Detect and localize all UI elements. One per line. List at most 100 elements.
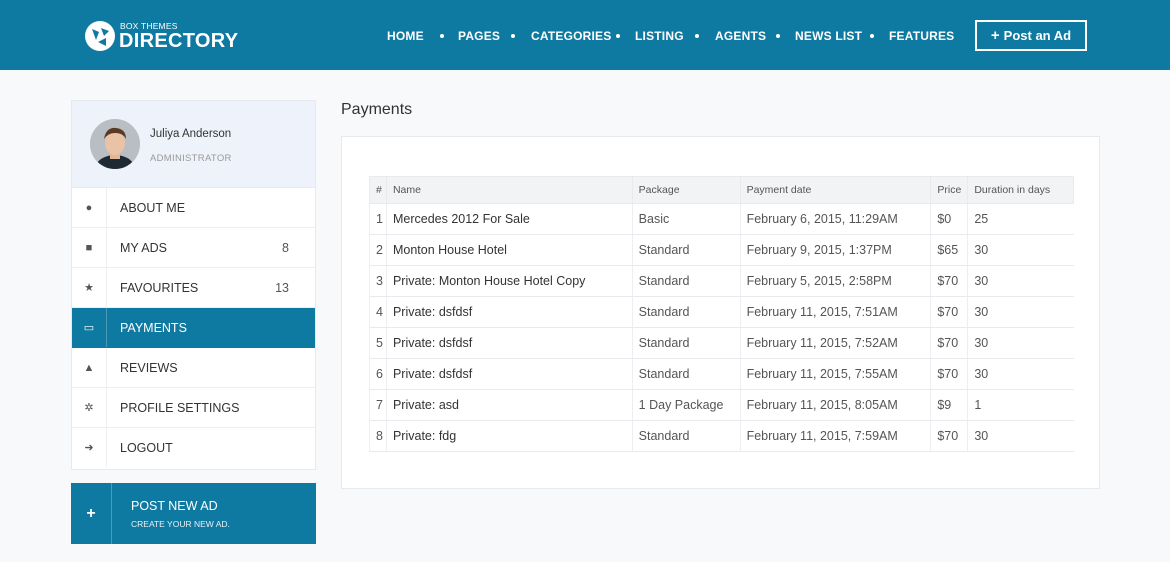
- sidebar-item-label: PROFILE SETTINGS: [120, 401, 240, 415]
- column-header-payment-date: Payment date: [739, 176, 932, 204]
- plus-icon: +: [990, 27, 1000, 44]
- table-row[interactable]: 3 Private: Monton House Hotel Copy Stand…: [369, 265, 1074, 297]
- cell-name: Private: asd: [385, 389, 633, 421]
- cell-name: Mercedes 2012 For Sale: [385, 203, 633, 235]
- cell-payment-date: February 9, 2015, 1:37PM: [739, 234, 931, 266]
- sidebar-item-about-me[interactable]: ● ABOUT ME: [72, 188, 315, 228]
- table-row[interactable]: 2 Monton House Hotel Standard February 9…: [369, 234, 1074, 266]
- cell-number: 7: [369, 389, 387, 421]
- sidebar-item-my-ads[interactable]: ■ MY ADS 8: [72, 228, 315, 268]
- post-new-ad-button[interactable]: + POST NEW AD CREATE YOUR NEW AD.: [71, 483, 316, 544]
- profile-card: Juliya Anderson ADMINISTRATOR: [72, 101, 315, 188]
- thumbs-up-icon: ▲: [72, 348, 107, 387]
- cell-number: 3: [369, 265, 387, 297]
- cell-payment-date: February 6, 2015, 11:29AM: [739, 203, 931, 235]
- column-header-duration: Duration in days: [967, 176, 1074, 204]
- cell-package: Standard: [631, 327, 741, 359]
- post-an-ad-button[interactable]: + Post an Ad: [975, 20, 1087, 51]
- cell-duration: 30: [967, 327, 1074, 359]
- nav-categories[interactable]: CATEGORIES: [531, 29, 611, 43]
- cell-duration: 25: [967, 203, 1074, 235]
- sidebar-item-label: PAYMENTS: [120, 321, 187, 335]
- sidebar-item-favourites[interactable]: ★ FAVOURITES 13: [72, 268, 315, 308]
- cell-price: $70: [930, 358, 968, 390]
- cell-package: Standard: [631, 296, 741, 328]
- cell-package: Standard: [631, 234, 741, 266]
- cell-number: 8: [369, 420, 387, 452]
- brand-name: DIRECTORY: [119, 30, 239, 52]
- nav-pages[interactable]: PAGES: [458, 29, 500, 43]
- cell-package: Standard: [631, 358, 741, 390]
- page-title: Payments: [341, 101, 413, 118]
- table-row[interactable]: 4 Private: dsfdsf Standard February 11, …: [369, 296, 1074, 328]
- cell-name: Private: fdg: [385, 420, 633, 452]
- cell-name: Private: Monton House Hotel Copy: [385, 265, 633, 297]
- table-row[interactable]: 8 Private: fdg Standard February 11, 201…: [369, 420, 1074, 452]
- payments-table: # Name Package Payment date Price Durati…: [369, 176, 1074, 452]
- sidebar-item-profile-settings[interactable]: ✲ PROFILE SETTINGS: [72, 388, 315, 428]
- nav-separator: [695, 34, 699, 38]
- nav-separator: [440, 34, 444, 38]
- nav-agents[interactable]: AGENTS: [715, 29, 766, 43]
- table-row[interactable]: 6 Private: dsfdsf Standard February 11, …: [369, 358, 1074, 390]
- payments-panel: # Name Package Payment date Price Durati…: [341, 136, 1100, 489]
- avatar[interactable]: [90, 119, 140, 169]
- nav-separator: [776, 34, 780, 38]
- cell-duration: 30: [967, 420, 1074, 452]
- nav-features[interactable]: FEATURES: [889, 29, 954, 43]
- cell-price: $70: [930, 265, 968, 297]
- post-new-ad-title: POST NEW AD: [131, 499, 218, 513]
- cell-price: $70: [930, 296, 968, 328]
- cell-number: 6: [369, 358, 387, 390]
- column-header-name: Name: [385, 176, 633, 204]
- gear-icon: ✲: [72, 388, 107, 427]
- account-sidebar: Juliya Anderson ADMINISTRATOR ● ABOUT ME…: [71, 100, 316, 470]
- star-icon: ★: [72, 268, 107, 307]
- cell-number: 2: [369, 234, 387, 266]
- cell-price: $0: [930, 203, 968, 235]
- sidebar-item-logout[interactable]: ➜ LOGOUT: [72, 428, 315, 468]
- cell-name: Monton House Hotel: [385, 234, 633, 266]
- brand-logo[interactable]: BOX THEMES DIRECTORY: [84, 18, 254, 54]
- cell-payment-date: February 11, 2015, 7:51AM: [739, 296, 931, 328]
- cell-package: Standard: [631, 420, 741, 452]
- cell-price: $65: [930, 234, 968, 266]
- profile-role: ADMINISTRATOR: [150, 153, 232, 164]
- sidebar-item-payments[interactable]: ▭ PAYMENTS: [72, 308, 315, 348]
- table-row[interactable]: 7 Private: asd 1 Day Package February 11…: [369, 389, 1074, 421]
- nav-separator: [511, 34, 515, 38]
- cell-number: 1: [369, 203, 387, 235]
- cell-number: 5: [369, 327, 387, 359]
- sidebar-item-reviews[interactable]: ▲ REVIEWS: [72, 348, 315, 388]
- sidebar-item-label: REVIEWS: [120, 361, 178, 375]
- nav-home[interactable]: HOME: [387, 29, 424, 43]
- cell-price: $70: [930, 420, 968, 452]
- sidebar-item-label: LOGOUT: [120, 441, 173, 455]
- table-row[interactable]: 5 Private: dsfdsf Standard February 11, …: [369, 327, 1074, 359]
- sign-out-icon: ➜: [72, 428, 107, 467]
- cell-duration: 1: [967, 389, 1074, 421]
- cell-duration: 30: [967, 358, 1074, 390]
- sidebar-item-label: ABOUT ME: [120, 201, 186, 215]
- top-header: BOX THEMES DIRECTORY HOME PAGES CATEGORI…: [0, 0, 1170, 70]
- cell-name: Private: dsfdsf: [385, 327, 633, 359]
- credit-card-icon: ▭: [72, 308, 107, 347]
- profile-name: Juliya Anderson: [150, 128, 232, 140]
- post-an-ad-label: Post an Ad: [1003, 28, 1072, 43]
- cell-price: $70: [930, 327, 968, 359]
- plus-icon: +: [71, 483, 112, 544]
- column-header-package: Package: [631, 176, 741, 204]
- cell-payment-date: February 11, 2015, 7:55AM: [739, 358, 931, 390]
- cell-payment-date: February 11, 2015, 8:05AM: [739, 389, 931, 421]
- nav-separator: [616, 34, 620, 38]
- nav-listing[interactable]: LISTING: [635, 29, 684, 43]
- cell-price: $9: [930, 389, 968, 421]
- nav-news-list[interactable]: NEWS LIST: [795, 29, 862, 43]
- cell-name: Private: dsfdsf: [385, 358, 633, 390]
- table-header-row: # Name Package Payment date Price Durati…: [369, 176, 1074, 204]
- column-header-price: Price: [930, 176, 969, 204]
- table-row[interactable]: 1 Mercedes 2012 For Sale Basic February …: [369, 203, 1074, 235]
- column-header-number: #: [369, 176, 387, 204]
- cell-package: Standard: [631, 265, 741, 297]
- briefcase-icon: ■: [72, 228, 107, 267]
